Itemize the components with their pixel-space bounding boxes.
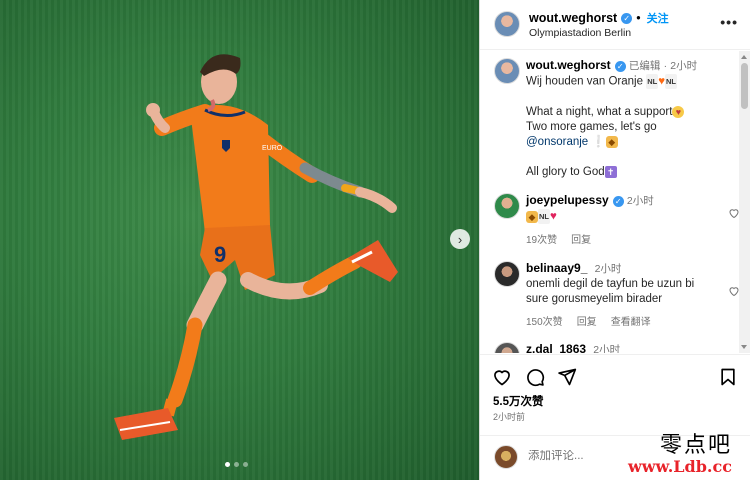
current-user-avatar	[494, 445, 518, 469]
commenter-avatar[interactable]	[494, 261, 520, 287]
verified-badge-icon: ✓	[621, 12, 633, 24]
caption-username[interactable]: wout.weghorst	[526, 58, 611, 72]
caption-time: 2小时	[670, 60, 698, 72]
scroll-up-arrow-icon[interactable]	[741, 55, 747, 59]
comment-icon[interactable]	[525, 367, 545, 387]
lion-emoji: ◆	[605, 135, 618, 148]
caption-line-2: What a night, what a support ♥	[526, 105, 730, 120]
bookmark-icon[interactable]	[718, 367, 738, 387]
caption-line-2-text: What a night, what a support	[526, 105, 673, 118]
heart-eyes-emoji: ♥	[672, 105, 685, 118]
more-options-button[interactable]: •••	[720, 14, 738, 30]
comment-text: onemli degil de tayfun be uzun bi sure g…	[526, 278, 695, 305]
nl-flag-emoji: NL	[538, 209, 550, 224]
caption-line-4-text: All glory to God	[526, 165, 605, 178]
commenter-avatar[interactable]	[494, 193, 520, 219]
comments-list[interactable]: wout.weghorst ✓ 已编辑 · 2小时 Wij houden van …	[480, 51, 750, 353]
comment-likes[interactable]: 19次赞	[526, 231, 557, 246]
reply-button[interactable]: 回复	[577, 313, 597, 328]
caption-mention-line: @onsoranje ❕ ◆	[526, 135, 730, 150]
carousel-dots	[225, 462, 248, 467]
svg-text:9: 9	[214, 242, 226, 267]
reply-button[interactable]: 回复	[571, 231, 591, 246]
post-image[interactable]: EURO 9 ›	[0, 0, 479, 480]
scrollbar-thumb[interactable]	[741, 63, 748, 109]
author-row: wout.weghorst ✓ • 关注	[529, 10, 669, 26]
mention-link[interactable]: @onsoranje	[526, 136, 588, 148]
add-comment-input[interactable]	[528, 450, 678, 462]
comment-likes[interactable]: 150次赞	[526, 313, 563, 328]
post-side-panel: wout.weghorst ✓ • 关注 Olympiastadion Berl…	[479, 0, 750, 480]
paper-plane-icon[interactable]	[557, 367, 577, 387]
carousel-dot	[234, 462, 239, 467]
comment-meta: 19次赞 回复	[526, 231, 730, 246]
author-avatar[interactable]	[494, 11, 520, 37]
svg-text:EURO: EURO	[262, 145, 283, 152]
comment-item: z.dal_1863 2小时	[494, 342, 730, 353]
comments-scrollbar[interactable]	[739, 51, 750, 353]
separator-dot: •	[636, 11, 641, 25]
carousel-dot-active	[225, 462, 230, 467]
caption-line-1-text: Wij houden van Oranje	[526, 75, 643, 88]
comment-time: 2小时	[593, 344, 621, 353]
post-actions: 5.5万次赞 2小时前	[480, 354, 750, 474]
commenter-avatar[interactable]	[494, 342, 520, 353]
caption-separator: ·	[663, 60, 668, 72]
follow-button[interactable]: 关注	[647, 10, 669, 26]
post-header: wout.weghorst ✓ • 关注 Olympiastadion Berl…	[480, 0, 750, 50]
comment-username[interactable]: belinaay9_	[526, 261, 587, 275]
caption: wout.weghorst ✓ 已编辑 · 2小时 Wij houden van …	[494, 58, 730, 180]
scroll-down-arrow-icon[interactable]	[741, 345, 747, 349]
orange-heart-emoji: ♥	[658, 75, 666, 88]
comment-time: 2小时	[626, 195, 654, 207]
nl-flag-emoji: NL	[665, 74, 678, 89]
location-link[interactable]: Olympiastadion Berlin	[529, 27, 631, 39]
comment-username[interactable]: joeypelupessy	[526, 193, 609, 207]
lion-emoji: ◆	[526, 210, 538, 223]
caption-line-3-text: Two more games, let's go	[526, 120, 657, 133]
verified-badge-icon: ✓	[614, 61, 626, 72]
exclamation-emoji: ❕	[591, 135, 606, 148]
verified-badge-icon: ✓	[612, 196, 624, 207]
comment-username[interactable]: z.dal_1863	[526, 342, 586, 353]
comment-meta: 150次赞 回复 查看翻译	[526, 313, 730, 328]
comment-item: belinaay9_ 2小时 onemli degil de tayfun be…	[494, 261, 739, 328]
comment-time: 2小时	[594, 263, 622, 275]
likes-count[interactable]: 5.5万次赞	[493, 393, 544, 409]
carousel-next-button[interactable]: ›	[450, 229, 470, 249]
red-heart-emoji: ♥	[550, 210, 557, 223]
heart-icon[interactable]	[492, 367, 512, 387]
caption-line-4: All glory to God ✝	[526, 165, 730, 180]
translate-button[interactable]: 查看翻译	[611, 313, 651, 328]
caption-author-avatar[interactable]	[494, 58, 520, 84]
nl-flag-emoji: NL	[646, 74, 659, 89]
comment-item: joeypelupessy ✓ 2小时 ◆ NL♥ 19次赞 回复	[494, 193, 739, 246]
caption-line-1: Wij houden van Oranje NL♥NL	[526, 74, 730, 90]
caption-line-3: Two more games, let's go	[526, 120, 730, 135]
caption-edited-label: 已编辑	[628, 60, 661, 72]
player-illustration: EURO 9	[114, 54, 398, 440]
posted-time: 2小时前	[493, 412, 526, 422]
comment-text: ◆ NL♥	[526, 209, 730, 225]
carousel-dot	[243, 462, 248, 467]
add-comment-row	[480, 435, 750, 479]
cross-emoji: ✝	[604, 165, 617, 178]
author-username[interactable]: wout.weghorst	[529, 11, 617, 25]
